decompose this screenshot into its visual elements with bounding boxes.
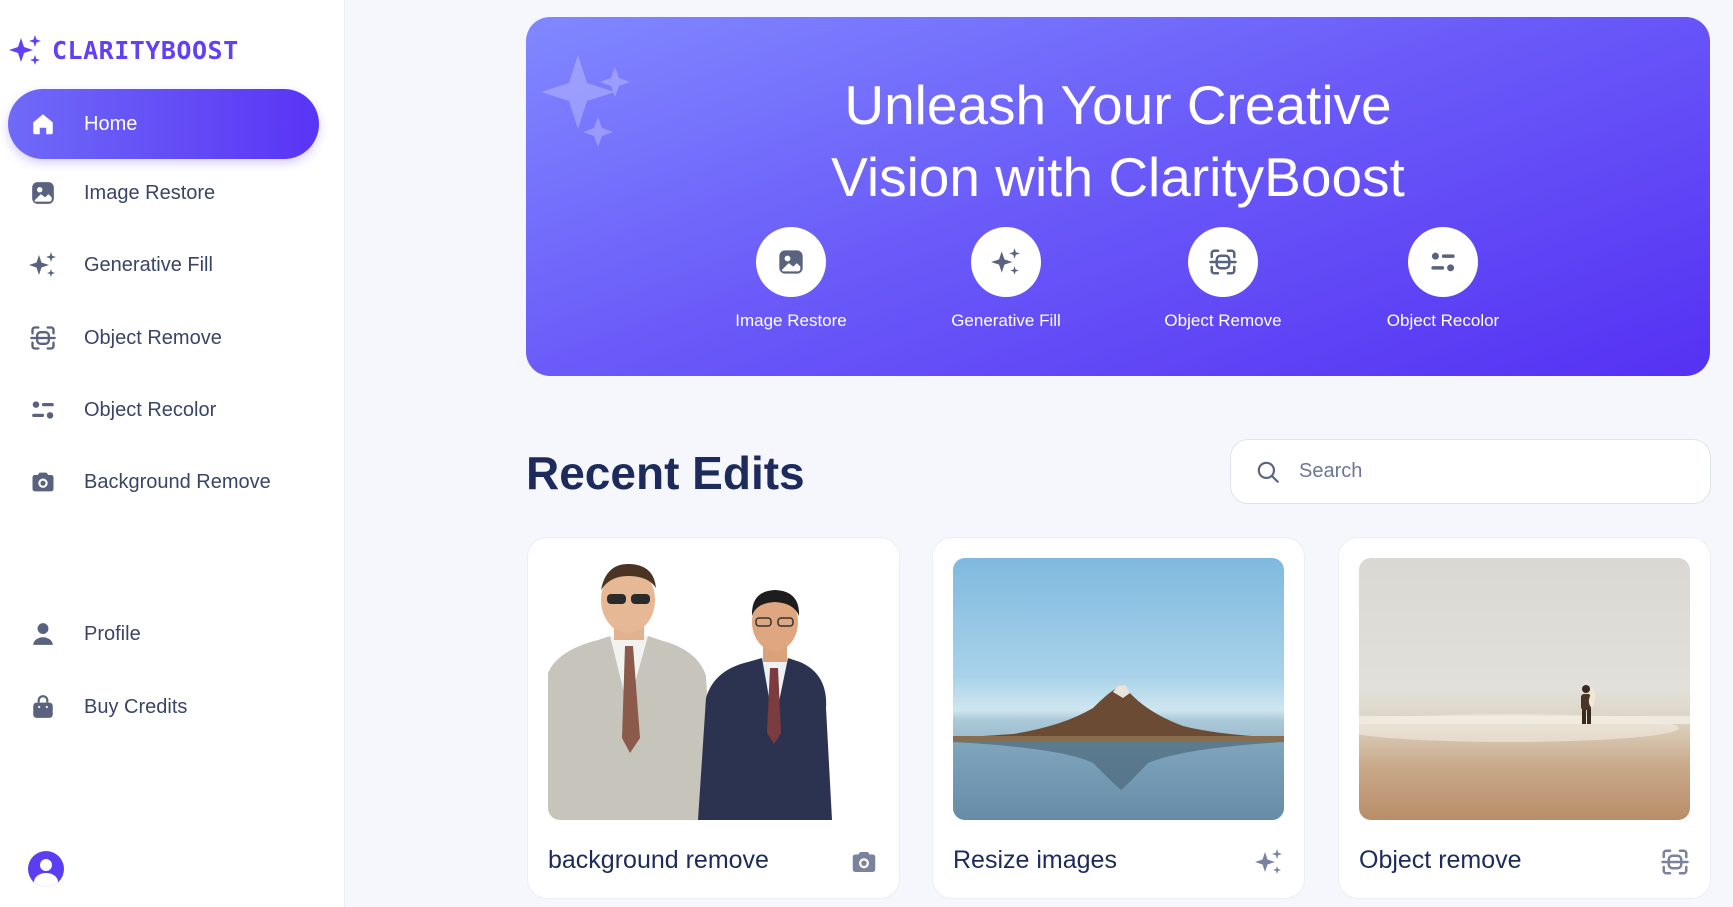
home-icon bbox=[28, 109, 58, 139]
sidebar: CLARITYBOOST Home Image Restore Generati… bbox=[0, 0, 345, 907]
quick-action-circle[interactable] bbox=[756, 227, 826, 297]
bag-icon bbox=[28, 692, 58, 722]
sidebar-item-home[interactable]: Home bbox=[8, 89, 319, 159]
quick-action-object-recolor[interactable]: Object Recolor bbox=[1353, 227, 1533, 331]
search-input[interactable] bbox=[1297, 459, 1681, 484]
recent-edit-card[interactable]: background remove bbox=[527, 537, 900, 899]
recent-edits-title: Recent Edits bbox=[526, 447, 805, 499]
quick-action-label: Generative Fill bbox=[951, 311, 1061, 330]
recolor-icon bbox=[1431, 252, 1455, 272]
quick-action-circle[interactable] bbox=[1408, 227, 1478, 297]
scan-remove-icon bbox=[28, 323, 58, 353]
quick-action-object-remove[interactable]: Object Remove bbox=[1133, 227, 1313, 331]
hero-title-line: Vision with ClarityBoost bbox=[831, 146, 1405, 208]
sidebar-item-background-remove[interactable]: Background Remove bbox=[8, 447, 319, 517]
hero-title-line: Unleash Your Creative bbox=[844, 74, 1392, 136]
quick-action-generative-fill[interactable]: Generative Fill bbox=[916, 227, 1096, 331]
sidebar-item-generative-fill[interactable]: Generative Fill bbox=[8, 230, 319, 300]
sidebar-item-object-recolor[interactable]: Object Recolor bbox=[8, 375, 319, 445]
user-avatar[interactable] bbox=[28, 851, 64, 887]
hero-banner: Unleash Your Creative Vision with Clarit… bbox=[526, 17, 1710, 376]
sidebar-item-label: Image Restore bbox=[84, 181, 216, 204]
sparkles-logo-icon bbox=[9, 35, 41, 65]
camera-icon[interactable] bbox=[849, 847, 879, 877]
sidebar-item-label: Object Remove bbox=[84, 326, 222, 349]
sidebar-item-label: Generative Fill bbox=[84, 253, 213, 276]
sidebar-item-label: Profile bbox=[84, 622, 141, 645]
sidebar-item-label: Buy Credits bbox=[84, 695, 188, 718]
sparkles-icon bbox=[28, 250, 58, 280]
quick-action-image-restore[interactable]: Image Restore bbox=[701, 227, 881, 331]
quick-action-label: Object Remove bbox=[1164, 311, 1282, 330]
sparkles-icon bbox=[991, 248, 1020, 275]
recolor-icon bbox=[28, 395, 58, 425]
sparkles-icon[interactable] bbox=[1254, 847, 1284, 877]
card-title: background remove bbox=[548, 846, 769, 874]
hero-title: Unleash Your Creative Vision with Clarit… bbox=[526, 69, 1710, 213]
card-title: Resize images bbox=[953, 846, 1117, 874]
card-thumbnail[interactable] bbox=[548, 558, 879, 820]
card-thumbnail[interactable] bbox=[1359, 558, 1690, 820]
brand-logo[interactable]: CLARITYBOOST bbox=[8, 32, 239, 68]
quick-action-circle[interactable] bbox=[1188, 227, 1258, 297]
search-box[interactable] bbox=[1230, 439, 1711, 504]
card-thumbnail[interactable] bbox=[953, 558, 1284, 820]
two-men-photo bbox=[548, 563, 832, 820]
user-icon bbox=[28, 619, 58, 649]
sidebar-item-label: Home bbox=[84, 112, 138, 135]
quick-action-circle[interactable] bbox=[971, 227, 1041, 297]
card-title: Object remove bbox=[1359, 846, 1522, 874]
scan-remove-icon[interactable] bbox=[1660, 847, 1690, 877]
brand-name: CLARITYBOOST bbox=[52, 35, 239, 65]
camera-icon bbox=[28, 467, 58, 497]
recent-edit-card[interactable]: Object remove bbox=[1338, 537, 1711, 899]
mountain-lake-photo bbox=[953, 685, 1284, 820]
sidebar-item-label: Background Remove bbox=[84, 470, 271, 493]
sidebar-item-label: Object Recolor bbox=[84, 398, 217, 421]
search-icon bbox=[1257, 461, 1279, 483]
sidebar-item-buy-credits[interactable]: Buy Credits bbox=[8, 672, 319, 742]
surfer-beach-photo bbox=[1359, 685, 1690, 742]
recent-edit-card[interactable]: Resize images bbox=[932, 537, 1305, 899]
image-icon bbox=[28, 178, 58, 208]
sidebar-item-object-remove[interactable]: Object Remove bbox=[8, 303, 319, 373]
quick-action-label: Image Restore bbox=[735, 311, 847, 330]
scan-remove-icon bbox=[1209, 249, 1237, 275]
quick-action-label: Object Recolor bbox=[1386, 311, 1500, 330]
sidebar-item-image-restore[interactable]: Image Restore bbox=[8, 158, 319, 228]
sidebar-item-profile[interactable]: Profile bbox=[8, 599, 319, 669]
image-icon bbox=[779, 250, 803, 274]
